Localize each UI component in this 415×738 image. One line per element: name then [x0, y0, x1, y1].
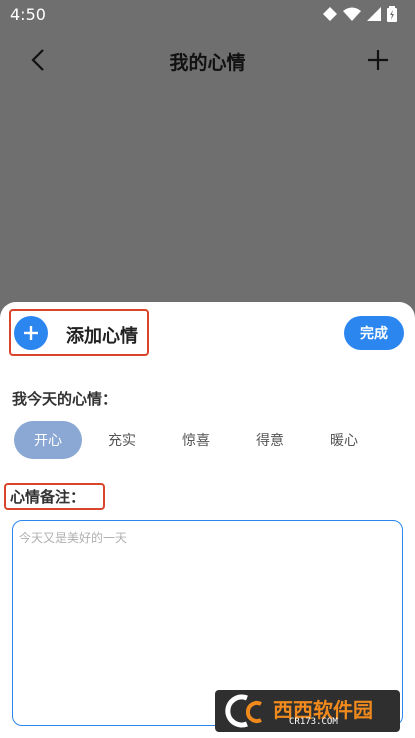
- mood-chip-fulfilled[interactable]: 充实: [88, 421, 156, 459]
- mood-chip-warm[interactable]: 暖心: [310, 421, 378, 459]
- watermark-logo-icon: [225, 694, 262, 728]
- site-watermark: 西西软件园 CR173.COM: [215, 690, 400, 732]
- mood-chip-happy[interactable]: 开心: [14, 421, 82, 459]
- app-bar: 我的心情: [0, 30, 415, 90]
- dim-overlay[interactable]: [0, 90, 415, 310]
- mood-label: 我今天的心情：: [12, 390, 118, 408]
- page-title: 我的心情: [169, 52, 246, 74]
- wifi-icon: [343, 7, 361, 21]
- status-icons: [323, 6, 397, 22]
- done-button[interactable]: 完成: [344, 316, 404, 350]
- cell-signal-icon: [367, 7, 381, 21]
- add-circle-button[interactable]: [14, 316, 48, 350]
- watermark-site: CR173.COM: [289, 717, 338, 727]
- plus-icon: [368, 50, 388, 70]
- mood-chip-proud[interactable]: 得意: [236, 421, 304, 459]
- add-mood-button[interactable]: [365, 46, 391, 74]
- signal-icon: [323, 7, 337, 21]
- status-time: 4:50: [10, 5, 46, 24]
- status-bar: 4:50: [0, 0, 415, 30]
- plus-icon: [24, 326, 38, 340]
- battery-icon: [387, 6, 397, 22]
- note-label: 心情备注：: [10, 488, 86, 506]
- mood-chip-surprised[interactable]: 惊喜: [162, 421, 230, 459]
- sheet-title: 添加心情: [66, 326, 138, 347]
- add-mood-sheet: 添加心情 完成 我今天的心情： 开心 充实 惊喜 得意 暖心 心情备注：: [0, 302, 415, 738]
- mood-options: 开心 充实 惊喜 得意 暖心: [14, 421, 414, 459]
